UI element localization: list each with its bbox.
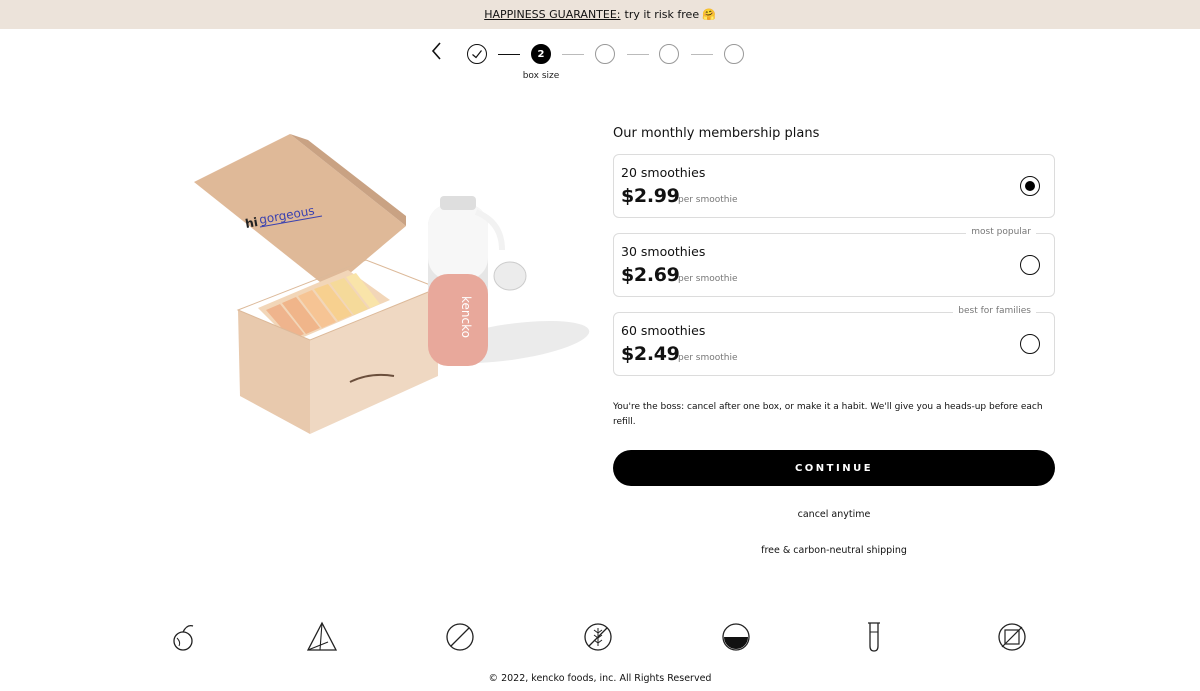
pyramid-icon xyxy=(306,621,338,651)
plan-radio[interactable] xyxy=(1020,255,1040,275)
step-2-active: 2 xyxy=(531,44,551,64)
no-sugar-icon xyxy=(446,623,474,651)
crossed-box-icon xyxy=(998,623,1026,651)
guarantee-link[interactable]: HAPPINESS GUARANTEE: xyxy=(484,8,620,21)
test-tube-icon xyxy=(868,622,880,652)
bottle-text: kencko xyxy=(459,296,473,338)
step-label: box size xyxy=(522,71,560,81)
continue-button[interactable]: CONTINUE xyxy=(613,450,1055,486)
plan-count: 60 smoothies xyxy=(621,323,706,338)
plan-price: $2.69 xyxy=(621,264,680,286)
free-shipping-text: free & carbon-neutral shipping xyxy=(761,545,907,556)
product-image: hi gorgeous kencko xyxy=(194,134,590,434)
plan-unit: per smoothie xyxy=(678,195,738,205)
half-bowl-icon xyxy=(722,623,750,651)
hug-emoji-icon: 🤗 xyxy=(702,8,716,21)
plan-count: 20 smoothies xyxy=(621,165,706,180)
plan-radio[interactable] xyxy=(1020,334,1040,354)
step-1-completed[interactable] xyxy=(467,44,487,64)
benefit-icons xyxy=(0,620,1200,654)
top-banner: HAPPINESS GUARANTEE: try it risk free 🤗 xyxy=(0,0,1200,29)
box-text-hi: hi xyxy=(244,215,259,231)
plan-tag: best for families xyxy=(953,306,1036,316)
step-5 xyxy=(724,44,744,64)
cancel-anytime-text: cancel anytime xyxy=(797,509,871,520)
cancellation-note: You're the boss: cancel after one box, o… xyxy=(613,402,1043,427)
plan-price: $2.49 xyxy=(621,343,680,365)
step-connector xyxy=(498,54,520,55)
plans-title: Our monthly membership plans xyxy=(613,126,820,141)
guarantee-text: try it risk free xyxy=(624,8,700,21)
back-chevron-icon[interactable] xyxy=(428,40,446,62)
plan-option-30[interactable]: most popular 30 smoothies $2.69 per smoo… xyxy=(613,227,1055,297)
fruit-icon xyxy=(173,624,194,651)
step-connector xyxy=(691,54,713,55)
check-icon xyxy=(472,50,482,59)
no-gluten-icon xyxy=(584,623,612,651)
plan-option-20[interactable]: 20 smoothies $2.99 per smoothie xyxy=(613,154,1055,218)
step-connector xyxy=(627,54,649,55)
step-connector xyxy=(562,54,584,55)
plan-radio-selected[interactable] xyxy=(1020,176,1040,196)
step-4 xyxy=(659,44,679,64)
step-3 xyxy=(595,44,615,64)
plan-tag: most popular xyxy=(966,227,1036,237)
footer-copyright: © 2022, kencko foods, inc. All Rights Re… xyxy=(488,673,712,684)
plan-option-60[interactable]: best for families 60 smoothies $2.49 per… xyxy=(613,306,1055,376)
plan-unit: per smoothie xyxy=(678,274,738,284)
plan-count: 30 smoothies xyxy=(621,244,706,259)
plan-unit: per smoothie xyxy=(678,353,738,363)
plan-price: $2.99 xyxy=(621,185,680,207)
